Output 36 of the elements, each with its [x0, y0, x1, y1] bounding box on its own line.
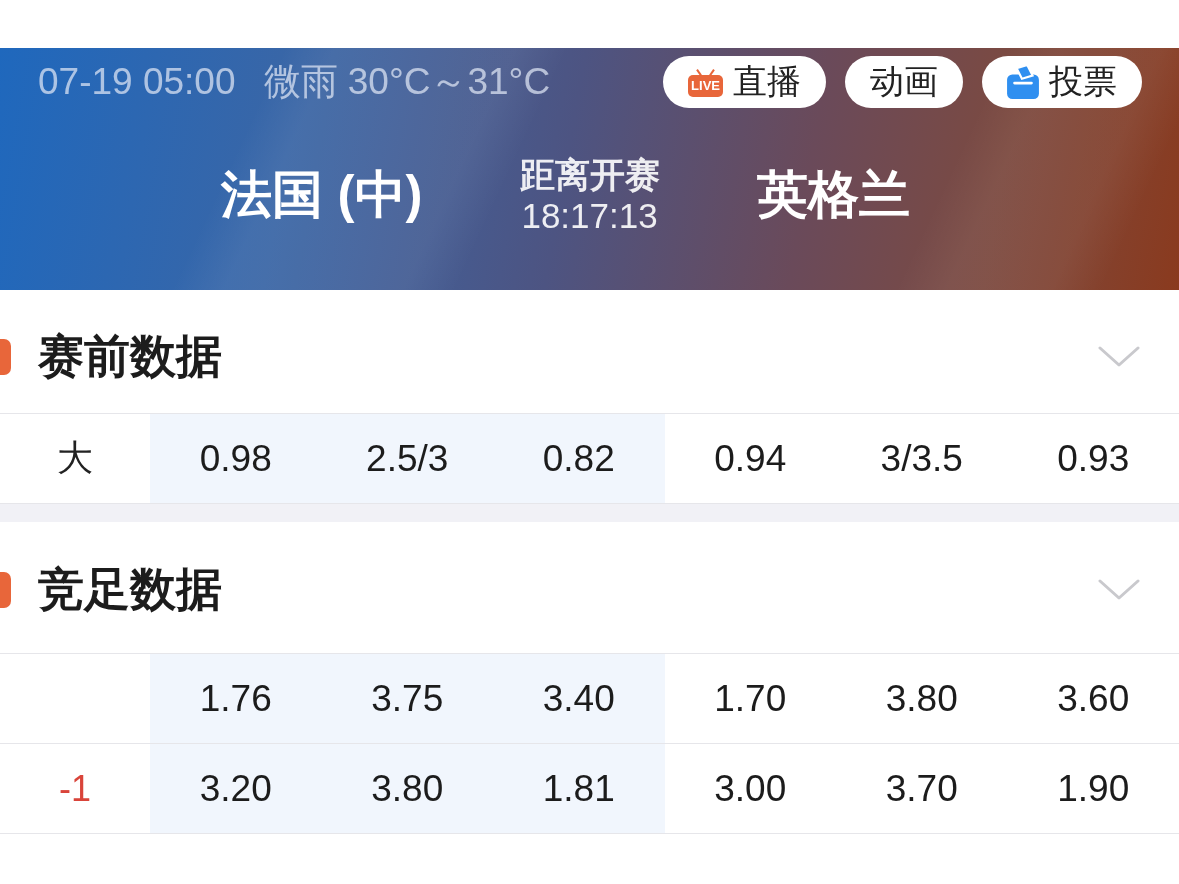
odds-cell: 2.5/3: [321, 414, 493, 503]
odds-cell: 0.98: [150, 414, 322, 503]
odds-cell: 0.82: [493, 414, 665, 503]
odds-cell-text: 3.60: [1056, 676, 1131, 721]
pill-button[interactable]: 投票: [982, 56, 1142, 108]
odds-cell-text: 1.70: [713, 676, 788, 721]
odds-cell-text: 0.93: [1056, 436, 1131, 481]
odds-cell: 3.80: [321, 744, 493, 833]
section-marker-icon: [0, 338, 11, 375]
odds-cell: 3.75: [321, 654, 493, 743]
odds-cell-text: 3.80: [884, 676, 959, 721]
odds-cell-text: 3.00: [713, 766, 788, 811]
odds-cell: 3.40: [493, 654, 665, 743]
odds-cell-text: 1.90: [1056, 766, 1131, 811]
countdown-time: 18:17:13: [521, 195, 658, 236]
row-label: -1: [59, 767, 91, 810]
chevron-down-icon: [1098, 346, 1140, 367]
chevron-down-icon: [1098, 579, 1140, 600]
pill-button[interactable]: 动画: [845, 56, 963, 108]
odds-cell-text: 3/3.5: [879, 436, 964, 481]
odds-cell-text: 0.94: [713, 436, 788, 481]
ballot-box-icon: [1007, 65, 1039, 99]
home-team-name: 法国 (中): [221, 164, 423, 225]
section-marker-icon: [0, 571, 11, 608]
countdown-label: 距离开赛: [519, 154, 660, 195]
away-team-name: 英格兰: [756, 164, 910, 225]
match-datetime: 07-19 05:00: [38, 61, 236, 103]
odds-cell: 1.81: [493, 744, 665, 833]
row-label: 大: [57, 436, 93, 480]
odds-cell: 1.76: [150, 654, 322, 743]
odds-cell: 3.20: [150, 744, 322, 833]
odds-cell-text: 3.70: [884, 766, 959, 811]
pill-button[interactable]: LIVE 直播: [663, 56, 826, 108]
section-title: 赛前数据: [38, 328, 222, 384]
weather-text: 微雨 30°C～31°C: [263, 60, 551, 104]
section-title: 竞足数据: [38, 561, 222, 617]
